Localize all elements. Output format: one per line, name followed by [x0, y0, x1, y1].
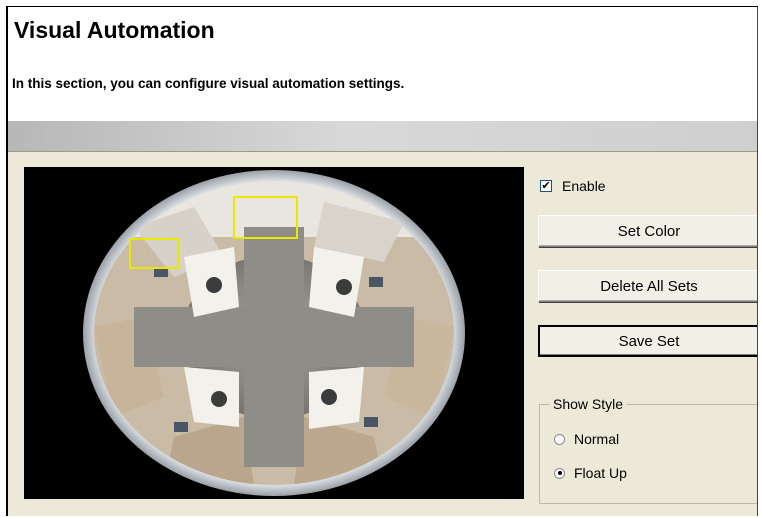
- radio-float-up-indicator[interactable]: [554, 467, 565, 479]
- page-title: Visual Automation: [14, 17, 215, 43]
- show-style-group: Show Style Normal Float Up: [539, 396, 757, 504]
- settings-panel: ✔ Enable Set Color Delete All Sets Save …: [8, 151, 757, 516]
- enable-checkbox[interactable]: ✔: [540, 180, 552, 192]
- save-set-button[interactable]: Save Set: [538, 325, 757, 357]
- radio-float-up-label: Float Up: [574, 465, 627, 481]
- page-description: In this section, you can configure visua…: [12, 76, 405, 91]
- show-style-legend: Show Style: [550, 396, 627, 412]
- section-toolbar: [8, 121, 757, 151]
- enable-label: Enable: [562, 178, 606, 194]
- radio-normal-indicator[interactable]: [554, 433, 565, 445]
- delete-all-sets-button[interactable]: Delete All Sets: [538, 270, 757, 302]
- camera-view[interactable]: [24, 167, 524, 499]
- set-color-button[interactable]: Set Color: [538, 215, 757, 247]
- page-frame: Visual Automation In this section, you c…: [6, 6, 758, 516]
- radio-float-up[interactable]: Float Up: [554, 465, 627, 481]
- enable-checkbox-row[interactable]: ✔ Enable: [540, 178, 606, 194]
- radio-normal-label: Normal: [574, 431, 620, 447]
- radio-normal[interactable]: Normal: [554, 431, 619, 447]
